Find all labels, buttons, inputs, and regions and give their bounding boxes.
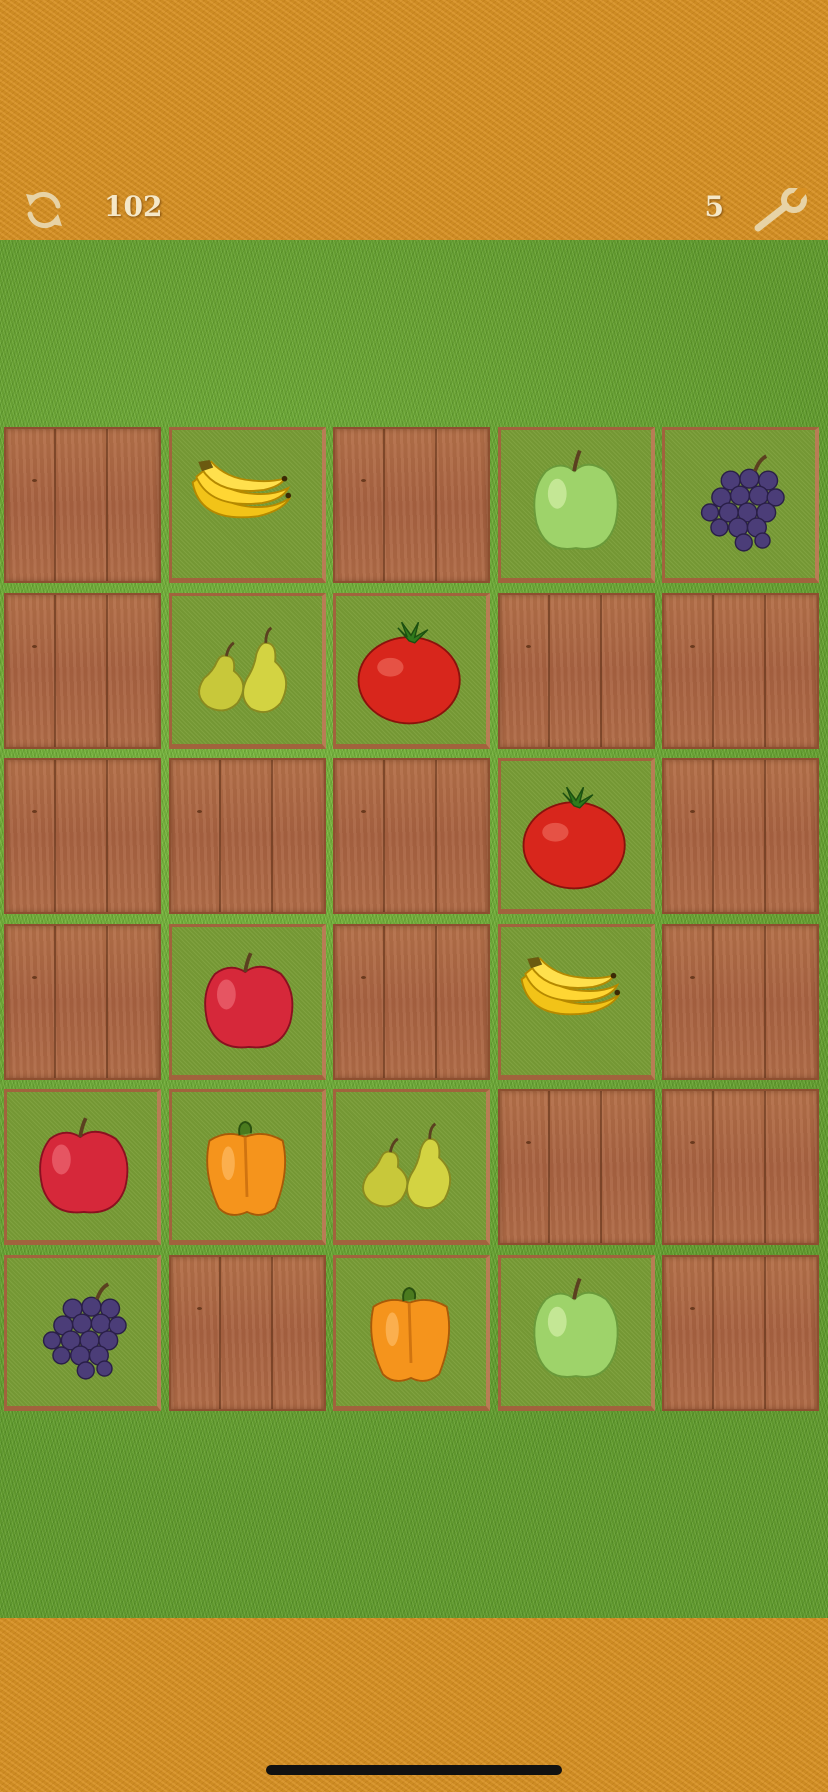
- tile-green-apple[interactable]: [497, 1254, 655, 1411]
- tile-tomato[interactable]: [333, 592, 490, 749]
- tile-hidden[interactable]: [662, 1089, 819, 1245]
- banana-icon: [520, 956, 620, 1015]
- tile-hidden[interactable]: [497, 592, 655, 749]
- red-apple-icon: [39, 1117, 129, 1214]
- tile-hidden[interactable]: [4, 427, 161, 583]
- refresh-icon: [26, 191, 62, 229]
- grapes-icon: [700, 454, 785, 552]
- banana-icon: [191, 459, 291, 519]
- tile-pears[interactable]: [333, 1089, 490, 1245]
- tile-hidden[interactable]: [662, 758, 819, 914]
- tile-hidden[interactable]: [4, 923, 161, 1080]
- tile-banana[interactable]: [497, 923, 655, 1080]
- tile-hidden[interactable]: [662, 592, 819, 749]
- tile-red-apple[interactable]: [4, 1089, 161, 1245]
- pears-icon: [197, 626, 287, 713]
- game-board: [4, 427, 824, 1411]
- tile-hidden[interactable]: [168, 758, 326, 914]
- tile-red-apple[interactable]: [168, 923, 326, 1080]
- game-screen: 102 5: [0, 0, 828, 1792]
- tile-banana[interactable]: [168, 427, 326, 583]
- score-counter: 102: [104, 190, 163, 223]
- tile-hidden[interactable]: [662, 1254, 819, 1411]
- tile-pears[interactable]: [168, 592, 326, 749]
- tile-grapes[interactable]: [4, 1254, 161, 1411]
- settings-button[interactable]: [750, 184, 810, 234]
- tile-green-apple[interactable]: [497, 427, 655, 583]
- green-apple-icon: [532, 449, 619, 550]
- tile-hidden[interactable]: [168, 1254, 326, 1411]
- tile-hidden[interactable]: [662, 923, 819, 1080]
- tomato-icon: [522, 786, 626, 890]
- tile-bell-pepper[interactable]: [168, 1089, 326, 1245]
- grapes-icon: [42, 1282, 127, 1380]
- bell-pepper-icon: [205, 1120, 286, 1216]
- tile-hidden[interactable]: [333, 427, 490, 583]
- level-counter: 5: [704, 190, 724, 223]
- tile-hidden[interactable]: [497, 1089, 655, 1245]
- tile-bell-pepper[interactable]: [333, 1254, 490, 1411]
- tile-hidden[interactable]: [4, 592, 161, 749]
- red-apple-icon: [203, 951, 293, 1048]
- home-indicator: [266, 1765, 562, 1775]
- restart-button[interactable]: [20, 186, 68, 234]
- tile-grapes[interactable]: [662, 427, 819, 583]
- green-apple-icon: [532, 1277, 619, 1378]
- wrench-icon: [754, 184, 809, 232]
- tile-tomato[interactable]: [497, 758, 655, 914]
- tomato-icon: [357, 621, 461, 724]
- bell-pepper-icon: [370, 1286, 451, 1382]
- tile-hidden[interactable]: [333, 923, 490, 1080]
- pears-icon: [362, 1122, 452, 1209]
- tile-hidden[interactable]: [333, 758, 490, 914]
- tile-hidden[interactable]: [4, 758, 161, 914]
